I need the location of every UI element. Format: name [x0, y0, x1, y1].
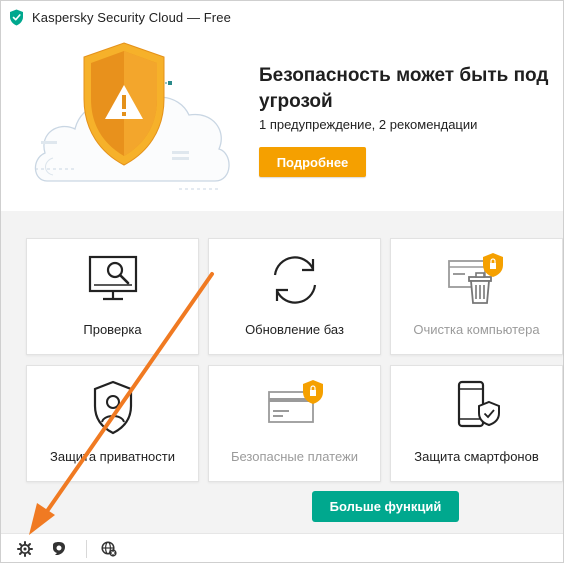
status-headline: Безопасность может быть под угрозой [259, 65, 549, 112]
tile-pc-cleanup[interactable]: Очистка компьютера [390, 238, 563, 355]
window-title: Kaspersky Security Cloud — Free [32, 10, 231, 25]
status-hero: Безопасность может быть под угрозой 1 пр… [1, 33, 563, 211]
toolbar-divider [86, 540, 87, 558]
smartphone-shield-icon [457, 380, 500, 428]
support-icon[interactable] [51, 541, 67, 557]
tile-update-label: Обновление баз [245, 322, 344, 337]
app-window: Kaspersky Security Cloud — Free Безопасн… [0, 0, 564, 563]
refresh-icon [273, 256, 316, 304]
tile-update[interactable]: Обновление баз [208, 238, 381, 355]
details-button[interactable]: Подробнее [259, 147, 366, 177]
bottom-toolbar [1, 533, 563, 562]
tile-safe-payments[interactable]: Безопасные платежи [208, 365, 381, 482]
tile-smartphone[interactable]: Защита смартфонов [390, 365, 563, 482]
tile-scan[interactable]: Проверка [26, 238, 199, 355]
more-features-button[interactable]: Больше функций [312, 491, 459, 522]
safe-payment-icon [267, 380, 323, 423]
tile-smartphone-label: Защита смартфонов [414, 449, 539, 464]
globe-icon[interactable] [101, 541, 117, 557]
warning-shield-icon [34, 42, 230, 190]
privacy-shield-icon [93, 380, 132, 435]
tile-pc-cleanup-label: Очистка компьютера [413, 322, 540, 337]
gear-icon[interactable] [17, 541, 33, 557]
title-bar: Kaspersky Security Cloud — Free [1, 1, 563, 33]
tile-scan-label: Проверка [83, 322, 142, 337]
pc-cleanup-icon [447, 253, 503, 304]
status-subtitle: 1 предупреждение, 2 рекомендации [259, 117, 478, 132]
tile-privacy[interactable]: Защита приватности [26, 365, 199, 482]
tile-safe-payments-label: Безопасные платежи [230, 449, 359, 464]
monitor-scan-icon [88, 255, 137, 301]
kaspersky-logo-icon [10, 9, 23, 26]
tile-privacy-label: Защита приватности [49, 449, 175, 464]
